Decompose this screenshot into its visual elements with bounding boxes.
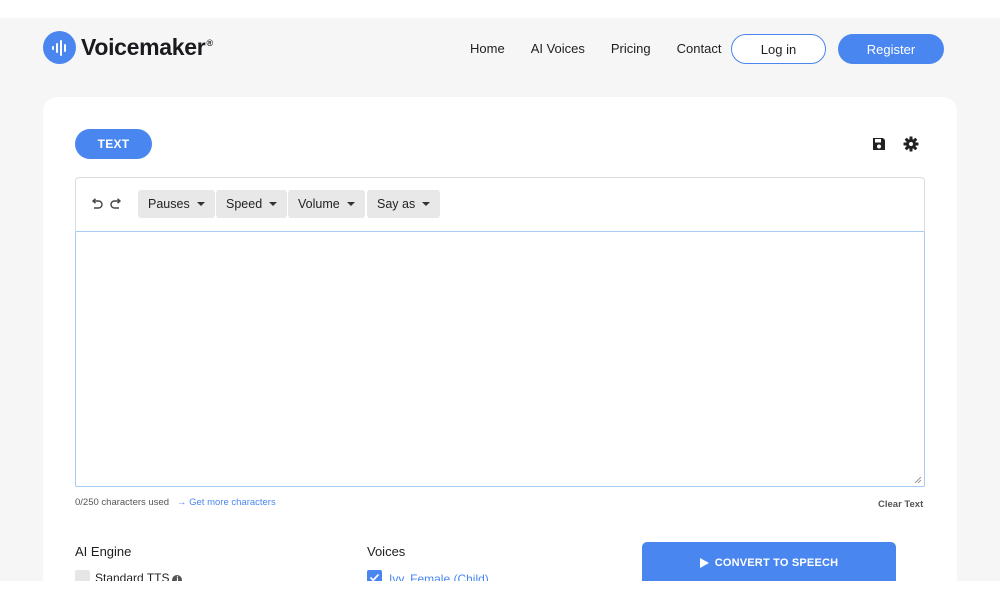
register-button[interactable]: Register	[838, 34, 944, 64]
standard-tts-option: Standard TTS i	[95, 571, 183, 581]
caret-down-icon	[346, 202, 355, 206]
bottom-strip	[0, 581, 1000, 600]
voices-label: Voices	[367, 544, 406, 559]
logo[interactable]: Voicemaker®	[43, 31, 213, 64]
nav-pricing[interactable]: Pricing	[611, 41, 651, 56]
volume-dropdown[interactable]: Volume	[288, 190, 365, 218]
caret-down-icon	[422, 202, 431, 206]
brand-name: Voicemaker®	[81, 34, 213, 60]
play-icon	[699, 558, 709, 568]
caret-down-icon	[269, 202, 278, 206]
save-icon[interactable]	[872, 137, 886, 151]
sound-wave-icon	[43, 31, 76, 64]
ai-engine-label: AI Engine	[75, 544, 132, 559]
editor-card: TEXT Pauses Speed Volume Say as 0/250 ch…	[43, 97, 957, 581]
check-icon	[369, 573, 380, 581]
caret-down-icon	[196, 202, 205, 206]
nav-ai-voices[interactable]: AI Voices	[531, 41, 585, 56]
nav-contact[interactable]: Contact	[677, 41, 722, 56]
navbar: Voicemaker® Home AI Voices Pricing Conta…	[0, 18, 1000, 80]
character-counter: 0/250 characters used	[75, 497, 170, 508]
gear-icon[interactable]	[903, 136, 919, 152]
say-as-dropdown[interactable]: Say as	[367, 190, 441, 218]
tab-text[interactable]: TEXT	[75, 129, 152, 159]
page-background: Voicemaker® Home AI Voices Pricing Conta…	[0, 18, 1000, 581]
speed-dropdown[interactable]: Speed	[216, 190, 288, 218]
convert-to-speech-button[interactable]: CONVERT TO SPEECH	[642, 542, 896, 581]
editor-toolbar: Pauses Speed Volume Say as	[76, 178, 924, 232]
get-more-characters-link[interactable]: → Get more characters	[177, 497, 276, 508]
text-editor: Pauses Speed Volume Say as	[75, 177, 925, 487]
undo-icon[interactable]	[90, 197, 104, 211]
login-button[interactable]: Log in	[731, 34, 826, 64]
redo-icon[interactable]	[109, 197, 123, 211]
resize-handle-icon[interactable]	[914, 476, 922, 484]
voice-checkbox[interactable]	[367, 570, 382, 581]
voice-option[interactable]: Ivy, Female (Child)	[389, 572, 489, 581]
text-input[interactable]	[75, 231, 925, 487]
nav-home[interactable]: Home	[470, 41, 505, 56]
pauses-dropdown[interactable]: Pauses	[138, 190, 215, 218]
standard-tts-checkbox[interactable]	[75, 570, 90, 581]
nav-links: Home AI Voices Pricing Contact	[470, 41, 747, 56]
clear-text-button[interactable]: Clear Text	[878, 499, 923, 510]
